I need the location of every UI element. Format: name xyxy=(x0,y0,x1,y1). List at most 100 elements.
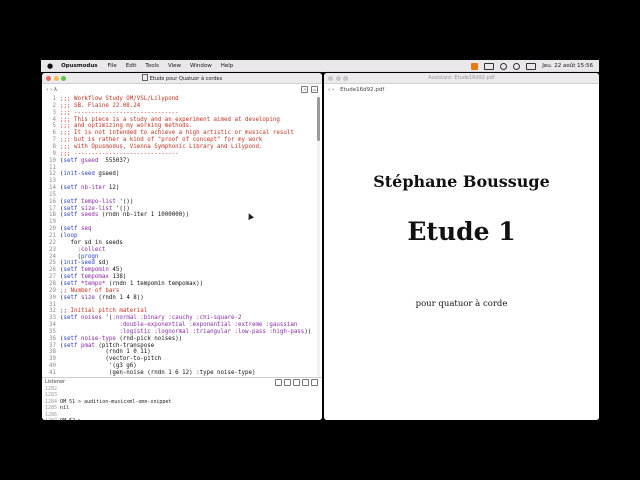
pdf-tab[interactable]: Etude16d92.pdf xyxy=(340,87,384,93)
listener-pane[interactable]: Listener 1282 1283 1284 OM 51 > audition-m… xyxy=(42,377,322,420)
code-token: *tempo* xyxy=(77,280,106,287)
code-token: '( xyxy=(101,315,113,322)
code-token: )) xyxy=(304,328,312,335)
listener-line-number: 1286 xyxy=(45,411,58,418)
line-number: 41 xyxy=(49,370,56,376)
code-token: :double-exponential :exponential :extrem… xyxy=(60,322,298,329)
editor-window-title: Etude pour Quatuor à cordes xyxy=(149,76,223,82)
code-token: (gen-noise (rndn 1 6 12) :type noise-typ… xyxy=(60,370,256,376)
code-token: ( xyxy=(60,253,81,260)
code-token: pmat xyxy=(77,342,95,349)
code-token: progn xyxy=(80,253,99,260)
control-center-icon[interactable] xyxy=(526,62,537,70)
pdf-titlebar[interactable]: Assistant: Etude16d92.pdf xyxy=(324,73,599,84)
navigation-controls[interactable]: ‹ › xyxy=(328,87,334,93)
code-token: 138) xyxy=(108,274,127,281)
code-token: (vector-to-pitch xyxy=(60,356,162,363)
code-token: for sd in seeds xyxy=(60,239,123,246)
code-token: setf xyxy=(63,342,78,349)
code-token: ;;; ------------------------------ xyxy=(60,150,179,157)
code-token: ;;; ------------------------------ xyxy=(60,109,179,116)
code-token: (rndn nb-iter 1 1000000)) xyxy=(98,212,190,219)
code-token: 12) xyxy=(105,185,120,192)
code-token: gseed) xyxy=(94,171,120,178)
listener-action-1-icon[interactable] xyxy=(275,378,282,386)
code-token: setf xyxy=(63,294,78,301)
listener-action-5-icon[interactable] xyxy=(311,378,318,386)
listener-action-4-icon[interactable] xyxy=(302,378,309,386)
code-token: (rndn 1 tempomin tempomax)) xyxy=(105,280,204,287)
code-token: nb-iter xyxy=(77,185,106,192)
minimize-button[interactable] xyxy=(335,75,341,81)
split-view-icon[interactable]: ▭ xyxy=(311,86,318,93)
code-token: noises xyxy=(77,315,102,322)
code-token: ;;; and optimizing my working methods. xyxy=(60,123,193,130)
listener-line-text: nil xyxy=(57,405,70,412)
menu-help[interactable]: Help xyxy=(221,63,234,69)
app-menu[interactable]: Opusmodus xyxy=(61,63,97,69)
listener-action-2-icon[interactable] xyxy=(284,378,291,386)
code-token: init-seed xyxy=(63,260,95,267)
pdf-author: Stéphane Boussuge xyxy=(373,172,550,191)
code-editor[interactable]: 1;;; Workflow Study OM/VSL/Lilypond 2;;; … xyxy=(42,95,322,377)
code-token: ;;; This piece is a study and an experim… xyxy=(60,116,280,123)
navigation-controls[interactable]: ‹ › λ xyxy=(46,87,57,93)
code-token: ;;; SB. Flaine 22.08.24 xyxy=(60,102,141,109)
code-token: setf xyxy=(63,185,78,192)
code-token: seeds xyxy=(77,212,99,219)
menu-bar: ● Opusmodus File Edit Tools View Window … xyxy=(41,60,599,72)
apple-menu-icon[interactable]: ● xyxy=(47,62,53,70)
code-token: loop xyxy=(63,233,78,239)
code-token: setf xyxy=(63,212,78,219)
code-token: gseed xyxy=(77,157,99,164)
code-token: 555037) xyxy=(98,157,130,164)
zoom-button[interactable] xyxy=(61,75,66,81)
listener-action-3-icon[interactable] xyxy=(293,378,300,386)
code-token: setf xyxy=(63,315,78,322)
expand-icon[interactable]: ↗ xyxy=(301,86,308,93)
app-status-icon[interactable] xyxy=(471,62,479,70)
code-token: setf xyxy=(63,198,78,205)
code-line[interactable]: 41 (gen-noise (rndn 1 6 12) :type noise-… xyxy=(42,370,314,377)
listener-line-number: 1283 xyxy=(45,392,58,399)
editor-titlebar[interactable]: Etude pour Quatuor à cordes xyxy=(42,73,322,84)
battery-icon[interactable] xyxy=(484,62,495,70)
code-token: setf xyxy=(63,335,78,342)
menu-file[interactable]: File xyxy=(108,63,117,69)
editor-window: Etude pour Quatuor à cordes ‹ › λ ↗ ▭ 1;… xyxy=(42,73,322,420)
menu-tools[interactable]: Tools xyxy=(145,63,159,69)
menu-view[interactable]: View xyxy=(168,63,181,69)
menu-edit[interactable]: Edit xyxy=(126,63,137,69)
listener-line-number: 1284 xyxy=(45,398,58,405)
listener-line-number: 1287 xyxy=(45,418,57,420)
code-token: setf xyxy=(63,205,78,212)
code-token: ;;; with Opusmodus, Vienna Symphonic Lib… xyxy=(60,143,263,150)
code-token: noise-type xyxy=(77,335,116,342)
code-token: :normal :binary :cauchy :chi-square-2 xyxy=(112,315,242,322)
code-token: tempomax xyxy=(77,274,109,281)
code-token: ;; Number of bars xyxy=(60,287,120,294)
code-token: :logistic :lognormal :triangular :low-pa… xyxy=(60,328,305,335)
code-token: '()) xyxy=(112,205,130,212)
code-token: tempomin xyxy=(77,267,109,274)
code-token: ;;; It is not intended to achieve a high… xyxy=(60,130,294,137)
code-token: ;;; but is rather a kind of "proof of co… xyxy=(60,137,263,144)
code-token: seq xyxy=(77,226,92,233)
minimize-button[interactable] xyxy=(53,75,59,81)
listener-label: Listener xyxy=(45,379,66,385)
code-token: init-seed xyxy=(63,171,95,178)
pdf-page[interactable]: Stéphane Boussuge Etude 1 pour quatuor à… xyxy=(324,95,599,420)
zoom-button[interactable] xyxy=(343,75,348,81)
menu-window[interactable]: Window xyxy=(190,63,212,69)
close-button[interactable] xyxy=(328,75,333,81)
editor-scrollbar-thumb[interactable] xyxy=(317,97,320,141)
code-token: :collect xyxy=(60,246,106,253)
code-token: setf xyxy=(63,274,78,281)
search-icon[interactable] xyxy=(513,62,521,70)
pdf-assistant-window: Assistant: Etude16d92.pdf ‹ › Etude16d92… xyxy=(324,73,599,420)
wifi-icon[interactable] xyxy=(500,62,508,70)
close-button[interactable] xyxy=(46,75,51,81)
code-token: setf xyxy=(63,157,78,164)
code-token: sd) xyxy=(94,260,109,267)
clock[interactable]: Jeu. 22 août 15:56 xyxy=(542,63,593,69)
